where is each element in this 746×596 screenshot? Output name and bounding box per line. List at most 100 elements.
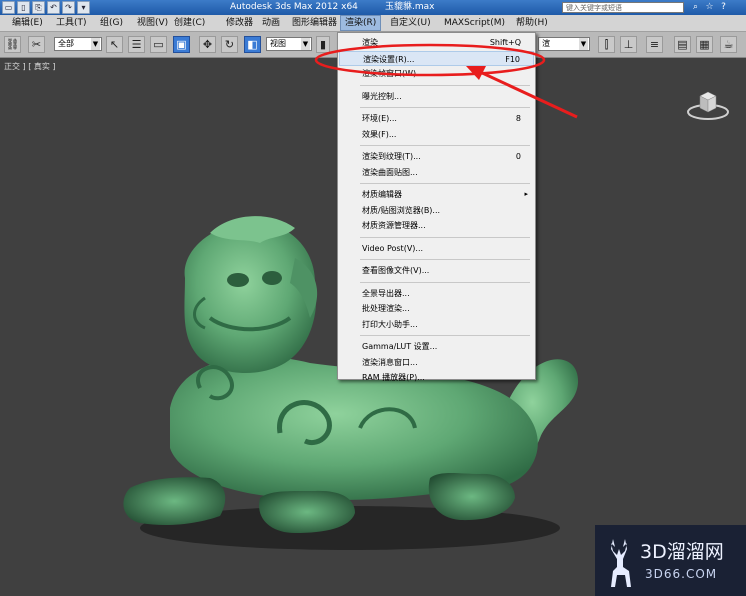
- title-icon[interactable]: ⌕: [690, 1, 701, 13]
- quick-access-icon[interactable]: ▯: [17, 1, 30, 14]
- render-icon[interactable]: ☕: [720, 36, 737, 53]
- render-menu-item[interactable]: 材质编辑器 ▸: [339, 187, 534, 202]
- submenu-arrow-icon: ▸: [524, 190, 528, 198]
- menu-item-label: 渲染设置(R)...: [363, 54, 415, 64]
- quick-access-icon[interactable]: ⎘: [32, 1, 45, 14]
- render-menu-item[interactable]: Video Post(V)...: [339, 241, 534, 256]
- quick-access-toolbar: ▭ ▯ ⎘ ↶ ↷ ▾: [2, 1, 90, 14]
- menu-item-label: 渲染曲面贴图...: [362, 167, 418, 177]
- scale-icon[interactable]: ◧: [244, 36, 261, 53]
- chevron-down-icon: ▼: [91, 38, 100, 50]
- quick-access-icon[interactable]: ▭: [2, 1, 15, 14]
- file-name: 玉貔貅.max: [385, 2, 435, 12]
- menu-item-label: 全景导出器...: [362, 288, 410, 298]
- rendered-frame-icon[interactable]: ▦: [696, 36, 713, 53]
- render-menu-item[interactable]: 打印大小助手...: [339, 317, 534, 332]
- menu-item-label: 曝光控制...: [362, 91, 402, 101]
- render-menu-item[interactable]: 渲染曲面贴图...: [339, 165, 534, 180]
- menu-item-label: 渲染到纹理(T)...: [362, 152, 421, 161]
- menu-item[interactable]: 自定义(U): [386, 15, 435, 31]
- title-icon[interactable]: ?: [718, 1, 729, 13]
- chevron-down-icon: ▼: [301, 38, 310, 50]
- watermark: 3D溜溜网 3D66.COM: [595, 525, 746, 596]
- menu-item[interactable]: 编辑(E): [8, 15, 47, 31]
- menu-separator: [360, 259, 530, 260]
- app-title: Autodesk 3ds Max 2012 x64: [230, 2, 358, 12]
- render-menu-item[interactable]: 渲染到纹理(T)... 0: [339, 149, 534, 164]
- render-menu-item[interactable]: 渲染消息窗口...: [339, 355, 534, 370]
- render-menu-item[interactable]: 渲染设置(R)... F10: [339, 50, 534, 66]
- menu-item-shortcut: F10: [505, 54, 520, 64]
- reference-coord-select[interactable]: 视图 ▼: [266, 37, 312, 51]
- menu-item-shortcut: Shift+Q: [489, 38, 521, 47]
- quick-access-icon[interactable]: ↷: [62, 1, 75, 14]
- unlink-icon[interactable]: ✂: [28, 36, 45, 53]
- pivot-icon[interactable]: ▮: [316, 36, 330, 53]
- quick-access-icon[interactable]: ↶: [47, 1, 60, 14]
- menu-item-label: RAM 播放器(P)...: [362, 373, 425, 382]
- link-icon[interactable]: ⛓: [4, 36, 21, 53]
- layer-icon[interactable]: ≡: [646, 36, 663, 53]
- menu-item[interactable]: 动画: [258, 15, 284, 31]
- title-bar: ▭ ▯ ⎘ ↶ ↷ ▾ Autodesk 3ds Max 2012 x64 玉貔貅.max…: [0, 0, 746, 15]
- render-menu-item[interactable]: RAM 播放器(P)...: [339, 370, 534, 385]
- menu-item-label: 环境(E)...: [362, 114, 397, 123]
- menu-item-label: 打印大小助手...: [362, 319, 418, 329]
- render-menu-item[interactable]: 全景导出器...: [339, 286, 534, 301]
- select-object-icon[interactable]: ↖: [106, 36, 123, 53]
- render-menu-item[interactable]: 曝光控制...: [339, 89, 534, 104]
- menu-item-label: 材质资源管理器...: [362, 221, 426, 230]
- menu-separator: [360, 183, 530, 184]
- render-menu-item[interactable]: 批处理渲染...: [339, 301, 534, 316]
- selection-filter-select[interactable]: 全部 ▼: [54, 37, 102, 51]
- render-menu-item[interactable]: 渲染帧窗口(W)...: [339, 66, 534, 81]
- menu-separator: [360, 281, 530, 283]
- mirror-icon[interactable]: ⫿: [598, 36, 615, 53]
- named-selection-value: 渲: [542, 39, 550, 48]
- menu-separator: [360, 107, 530, 108]
- render-menu-item[interactable]: 渲染 Shift+Q: [339, 35, 534, 50]
- menu-item[interactable]: 组(G): [96, 15, 127, 31]
- menu-item-label: 材质/贴图浏览器(B)...: [362, 205, 441, 215]
- menu-item-label: 渲染消息窗口...: [362, 357, 418, 367]
- menu-item[interactable]: 工具(T): [52, 15, 91, 31]
- menu-item-shortcut: 8: [515, 114, 521, 123]
- menu-item-label: 渲染帧窗口(W)...: [362, 69, 424, 78]
- menu-item-label: 渲染: [362, 38, 378, 47]
- menu-item-label: 材质编辑器: [362, 190, 402, 199]
- rotate-icon[interactable]: ↻: [221, 36, 238, 53]
- render-menu-dropdown: 渲染 Shift+Q 渲染设置(R)... F10 渲染帧窗口(W)... 曝光控制...…: [337, 32, 536, 382]
- quick-access-icon[interactable]: ▾: [77, 1, 90, 14]
- menu-item[interactable]: 渲染(R): [340, 15, 382, 31]
- render-menu-item[interactable]: 环境(E)... 8: [339, 111, 534, 126]
- watermark-name: 3D溜溜网: [640, 541, 724, 563]
- watermark-domain: 3D66.COM: [645, 567, 718, 581]
- search-input[interactable]: 键入关键字或短语: [562, 2, 684, 13]
- menu-separator: [360, 236, 530, 238]
- chevron-down-icon: ▼: [579, 38, 588, 50]
- window-crossing-icon[interactable]: ▣: [173, 36, 190, 53]
- title-icon[interactable]: ☆: [704, 1, 715, 13]
- title-icons: ⌕ ☆?: [690, 1, 729, 13]
- move-icon[interactable]: ✥: [199, 36, 216, 53]
- render-setup-icon[interactable]: ▤: [674, 36, 691, 53]
- menu-item[interactable]: MAXScript(M): [440, 15, 509, 31]
- align-icon[interactable]: ⊥: [620, 36, 637, 53]
- viewcube-icon[interactable]: [686, 86, 730, 126]
- menu-item[interactable]: 图形编辑器: [288, 15, 341, 31]
- menu-item-shortcut: 0: [515, 152, 521, 161]
- menu-item[interactable]: 视图(V): [133, 15, 172, 31]
- viewport-label[interactable]: 正交 ] [ 真实 ]: [4, 61, 56, 72]
- menu-bar: 编辑(E) 工具(T) 组(G) 视图(V) 创建(C) 修改器 动画 图形编辑器 渲染(R) 自…: [0, 15, 746, 32]
- menu-item[interactable]: 帮助(H): [512, 15, 552, 31]
- render-menu-item[interactable]: 材质资源管理器...: [339, 218, 534, 233]
- render-menu-item[interactable]: 查看图像文件(V)...: [339, 263, 534, 278]
- render-menu-item[interactable]: 效果(F)...: [339, 127, 534, 142]
- named-selection-select[interactable]: 渲 ▼: [538, 37, 590, 51]
- render-menu-item[interactable]: 材质/贴图浏览器(B)...: [339, 203, 534, 218]
- rect-selection-icon[interactable]: ▭: [150, 36, 167, 53]
- menu-item[interactable]: 创建(C): [170, 15, 209, 31]
- menu-item[interactable]: 修改器: [222, 15, 257, 31]
- select-by-name-icon[interactable]: ☰: [128, 36, 145, 53]
- render-menu-item[interactable]: Gamma/LUT 设置...: [339, 339, 534, 354]
